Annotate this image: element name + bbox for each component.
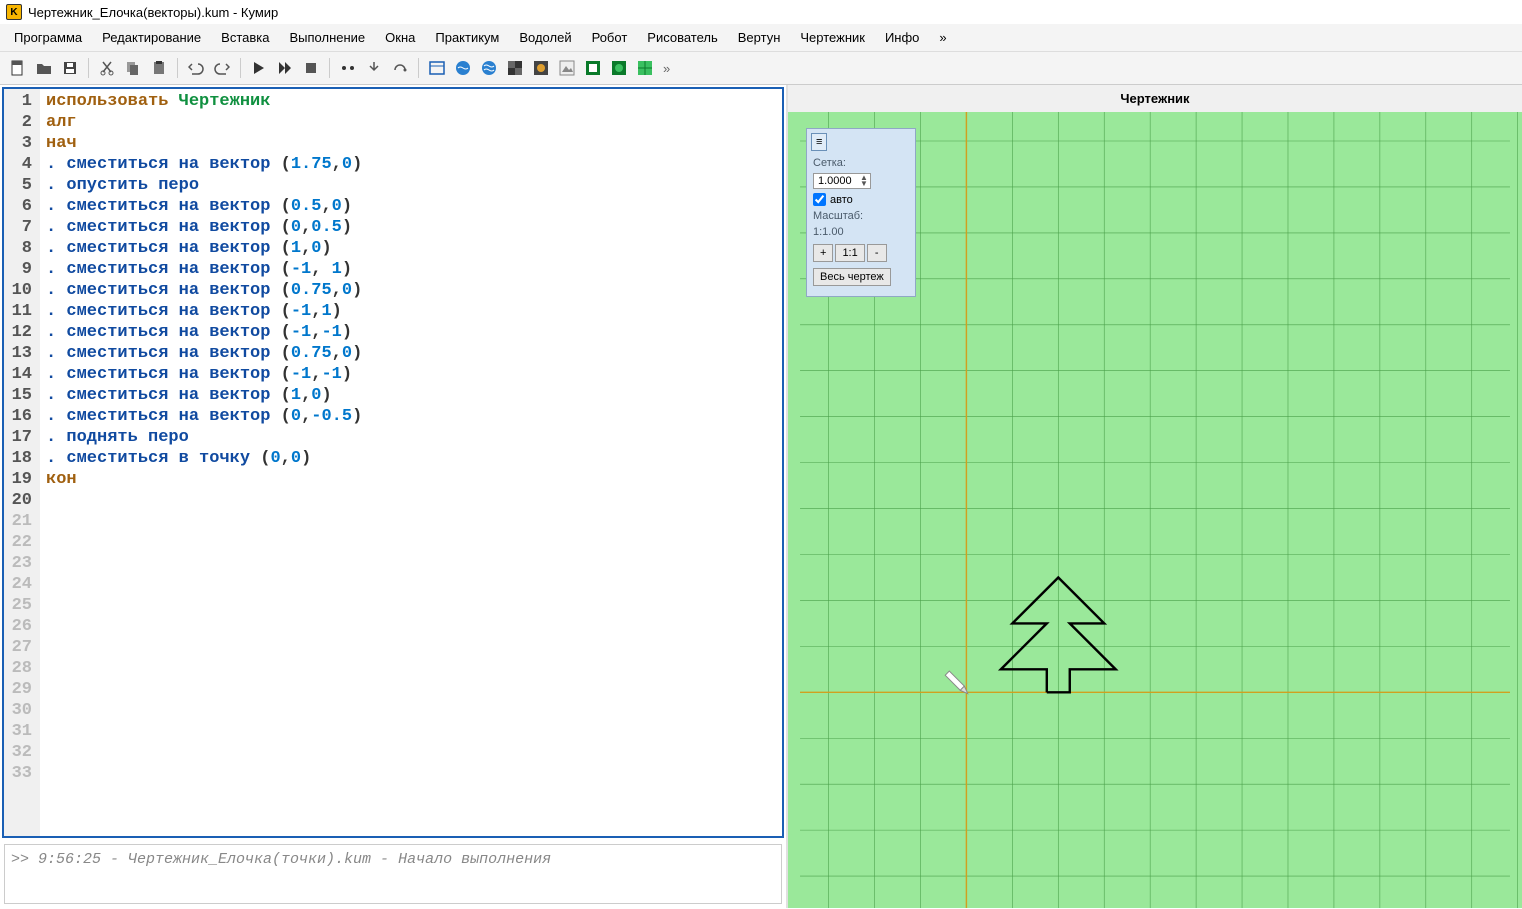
painter-icon[interactable] [555, 56, 579, 80]
line-gutter: 1234567891011121314151617181920212223242… [4, 89, 40, 836]
toolbar-more[interactable]: » [659, 61, 670, 76]
auto-label: авто [830, 194, 853, 206]
output-console: >> 9:56:25 - Чертежник_Елочка(точки).kum… [4, 844, 782, 904]
menu-рисователь[interactable]: Рисователь [637, 26, 727, 49]
menu-программа[interactable]: Программа [4, 26, 92, 49]
actor-window-icon[interactable] [425, 56, 449, 80]
grid-step-input[interactable]: ▲▼ [813, 173, 871, 189]
zoom-out-button[interactable]: - [867, 244, 887, 262]
fit-drawing-button[interactable]: Весь чертеж [813, 268, 891, 286]
turtle-icon[interactable] [607, 56, 631, 80]
run-fast-icon[interactable] [273, 56, 297, 80]
vodoley2-icon[interactable] [477, 56, 501, 80]
new-file-icon[interactable] [6, 56, 30, 80]
robot-icon[interactable] [503, 56, 527, 80]
step-into-icon[interactable] [362, 56, 386, 80]
vodoley-icon[interactable] [451, 56, 475, 80]
cut-icon[interactable] [95, 56, 119, 80]
drawer-controls-panel: ≡ Сетка: ▲▼ авто Масштаб: 1:1.00 + 1:1 [806, 128, 916, 297]
step-over-icon[interactable] [388, 56, 412, 80]
open-file-icon[interactable] [32, 56, 56, 80]
menu-чертежник[interactable]: Чертежник [790, 26, 875, 49]
zoom-reset-button[interactable]: 1:1 [835, 244, 864, 262]
grid-icon[interactable] [633, 56, 657, 80]
code-editor[interactable]: 1234567891011121314151617181920212223242… [2, 87, 784, 838]
menu-окна[interactable]: Окна [375, 26, 425, 49]
copy-icon[interactable] [121, 56, 145, 80]
menu-редактирование[interactable]: Редактирование [92, 26, 211, 49]
undo-icon[interactable] [184, 56, 208, 80]
menu-bar: ПрограммаРедактированиеВставкаВыполнение… [0, 24, 1522, 52]
save-file-icon[interactable] [58, 56, 82, 80]
stop-icon[interactable] [299, 56, 323, 80]
step-icon[interactable] [336, 56, 360, 80]
redo-icon[interactable] [210, 56, 234, 80]
menu-практикум[interactable]: Практикум [425, 26, 509, 49]
menu-вставка[interactable]: Вставка [211, 26, 279, 49]
drawer-canvas[interactable]: ≡ Сетка: ▲▼ авто Масштаб: 1:1.00 + 1:1 [788, 112, 1522, 908]
window-title: Чертежник_Елочка(векторы).kum - Кумир [28, 5, 278, 20]
title-bar: K Чертежник_Елочка(векторы).kum - Кумир [0, 0, 1522, 24]
scale-value: 1:1.00 [807, 224, 915, 240]
auto-checkbox[interactable] [813, 193, 826, 206]
grid-label: Сетка: [807, 155, 915, 171]
menu-вертун[interactable]: Вертун [728, 26, 791, 49]
menu-выполнение[interactable]: Выполнение [279, 26, 375, 49]
app-icon: K [6, 4, 22, 20]
toolbar: » [0, 52, 1522, 85]
drawer-icon[interactable] [529, 56, 553, 80]
menu-робот[interactable]: Робот [582, 26, 638, 49]
scale-label: Масштаб: [807, 208, 915, 224]
run-icon[interactable] [247, 56, 271, 80]
vertun-icon[interactable] [581, 56, 605, 80]
zoom-in-button[interactable]: + [813, 244, 833, 262]
code-area[interactable]: использовать Чертежникалгнач. сместиться… [40, 89, 782, 836]
drawer-panel-title: Чертежник [788, 85, 1522, 112]
menu-водолей[interactable]: Водолей [509, 26, 581, 49]
menu-инфо[interactable]: Инфо [875, 26, 929, 49]
panel-menu-icon[interactable]: ≡ [811, 133, 827, 151]
menu-»[interactable]: » [929, 26, 956, 49]
paste-icon[interactable] [147, 56, 171, 80]
